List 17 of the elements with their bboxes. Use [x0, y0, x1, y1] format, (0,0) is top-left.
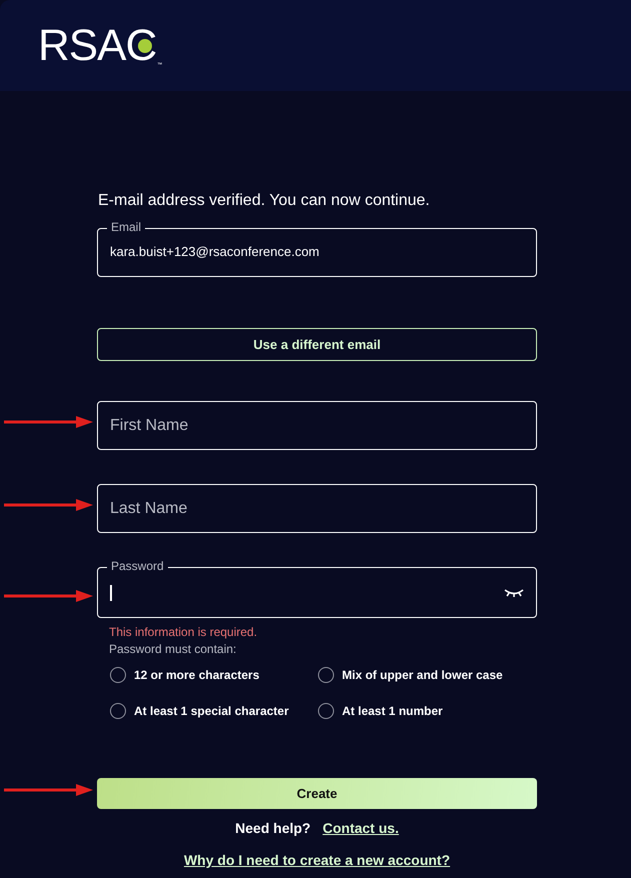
different-email-button[interactable]: Use a different email [97, 328, 537, 361]
field-label: Password [107, 559, 168, 573]
contact-link[interactable]: Contact us. [322, 820, 399, 836]
name-field[interactable]: First Name [97, 401, 537, 450]
name-field[interactable]: Last Name [97, 484, 537, 533]
help-text: Need help? [235, 820, 311, 836]
eye-closed-icon[interactable] [504, 588, 524, 598]
requirement-label: At least 1 special character [134, 704, 289, 718]
why-link[interactable]: Why do I need to create a new account? [184, 852, 450, 868]
requirement-label: Mix of upper and lower case [342, 668, 503, 682]
error-message: This information is required. [109, 625, 258, 639]
field-label: Email [107, 220, 146, 234]
password-hint: Password must contain: [109, 642, 238, 656]
requirement-label: 12 or more characters [134, 668, 260, 682]
requirement-label: At least 1 number [342, 704, 443, 718]
verified-message: E-mail address verified. You can now continue. [98, 192, 431, 210]
create-button[interactable]: Create [97, 778, 537, 809]
